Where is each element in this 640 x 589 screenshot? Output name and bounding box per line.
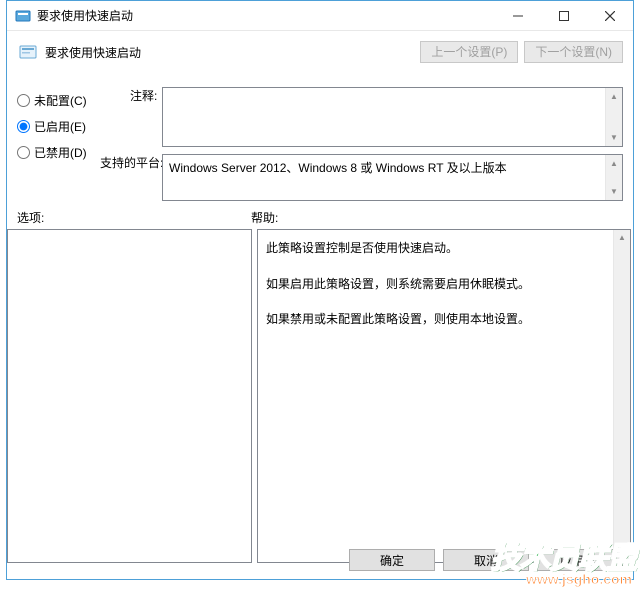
radio-enabled-label[interactable]: 已启用(E) — [34, 118, 86, 135]
header-row: 要求使用快速启动 上一个设置(P) 下一个设置(N) — [17, 37, 623, 67]
window-title: 要求使用快速启动 — [37, 7, 495, 24]
policy-editor-window: 要求使用快速启动 要求使用快速启动 上一个设置(P) 下一个设置(N) — [6, 0, 634, 580]
scroll-up-icon: ▲ — [614, 230, 630, 247]
scroll-down-icon: ▼ — [606, 129, 622, 146]
platform-text: Windows Server 2012、Windows 8 或 Windows … — [169, 161, 507, 175]
section-labels: 选项: 帮助: — [17, 209, 623, 226]
dialog-buttons: 确定 取消 应用(A) — [349, 549, 623, 571]
options-panel — [7, 229, 252, 563]
platform-label: 支持的平台: — [100, 154, 163, 171]
help-paragraph: 如果启用此策略设置，则系统需要启用休眠模式。 — [266, 274, 608, 296]
comment-label: 注释: — [130, 87, 157, 104]
minimize-button[interactable] — [495, 1, 541, 30]
close-button[interactable] — [587, 1, 633, 30]
help-label: 帮助: — [251, 209, 623, 226]
policy-icon — [17, 41, 39, 63]
help-paragraph: 如果禁用或未配置此策略设置，则使用本地设置。 — [266, 309, 608, 331]
ok-button[interactable]: 确定 — [349, 549, 435, 571]
supported-platforms-box: Windows Server 2012、Windows 8 或 Windows … — [162, 154, 623, 201]
state-radio-group: 未配置(C) 已启用(E) 已禁用(D) — [17, 87, 87, 165]
app-icon — [15, 8, 31, 24]
comment-textarea[interactable]: ▲ ▼ — [162, 87, 623, 147]
prev-setting-button[interactable]: 上一个设置(P) — [420, 41, 518, 63]
radio-disabled[interactable] — [17, 146, 30, 159]
window-controls — [495, 1, 633, 30]
policy-title: 要求使用快速启动 — [45, 44, 414, 61]
help-scrollbar[interactable]: ▲ ▼ — [613, 230, 630, 562]
platform-scrollbar[interactable]: ▲ ▼ — [605, 155, 622, 200]
scroll-down-icon: ▼ — [606, 183, 622, 200]
radio-enabled[interactable] — [17, 120, 30, 133]
content-area: 要求使用快速启动 上一个设置(P) 下一个设置(N) 未配置(C) 已启用(E)… — [7, 31, 633, 579]
titlebar: 要求使用快速启动 — [7, 1, 633, 31]
radio-disabled-label[interactable]: 已禁用(D) — [34, 144, 87, 161]
help-paragraph: 此策略设置控制是否使用快速启动。 — [266, 238, 608, 260]
help-panel: 此策略设置控制是否使用快速启动。 如果启用此策略设置，则系统需要启用休眠模式。 … — [257, 229, 631, 563]
radio-not-configured-label[interactable]: 未配置(C) — [34, 92, 87, 109]
options-label: 选项: — [17, 209, 251, 226]
apply-button[interactable]: 应用(A) — [537, 549, 623, 571]
next-setting-button[interactable]: 下一个设置(N) — [524, 41, 623, 63]
comment-scrollbar[interactable]: ▲ ▼ — [605, 88, 622, 146]
scroll-up-icon: ▲ — [606, 88, 622, 105]
cancel-button[interactable]: 取消 — [443, 549, 529, 571]
radio-not-configured[interactable] — [17, 94, 30, 107]
maximize-button[interactable] — [541, 1, 587, 30]
scroll-up-icon: ▲ — [606, 155, 622, 172]
